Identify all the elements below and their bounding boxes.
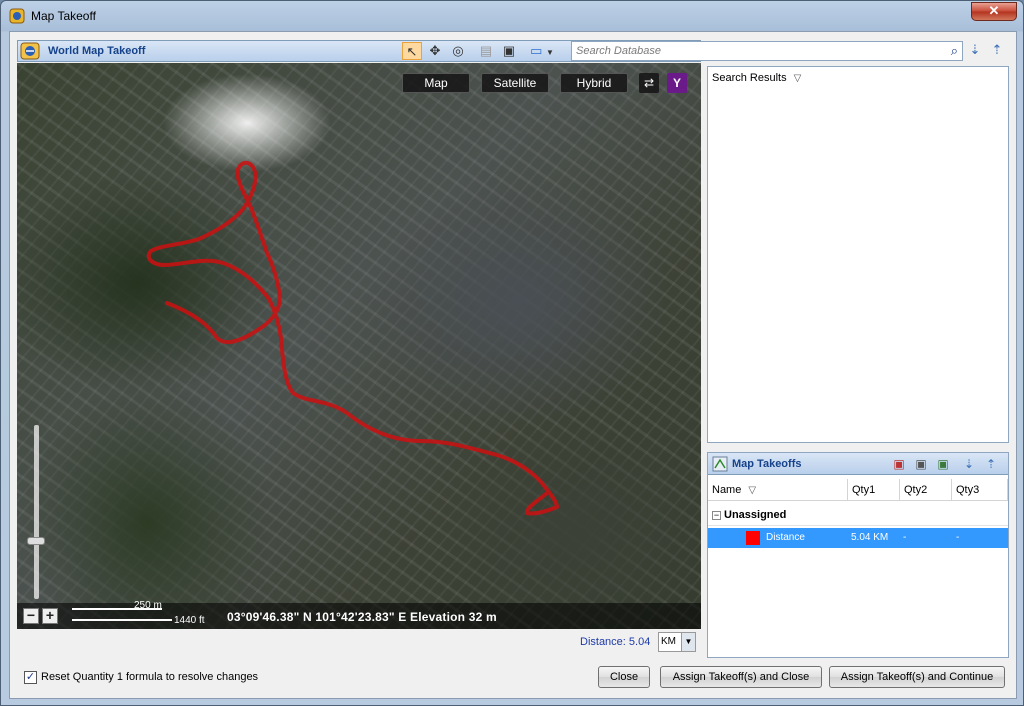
arrow-up-icon: ⇡ bbox=[985, 457, 997, 471]
map-pane-title: World Map Takeoff bbox=[48, 45, 146, 57]
satellite-view-button[interactable]: Satellite bbox=[481, 73, 549, 93]
move-icon: ✥ bbox=[429, 43, 441, 58]
move-up-button[interactable]: ⇡ bbox=[987, 40, 1007, 60]
hybrid-view-button[interactable]: Hybrid bbox=[560, 73, 628, 93]
arrow-down-icon: ⇣ bbox=[969, 42, 981, 57]
map-view-button[interactable]: Map bbox=[402, 73, 470, 93]
column-header-qty1[interactable]: Qty1 bbox=[848, 479, 900, 501]
zoom-slider-track[interactable] bbox=[34, 425, 39, 599]
takeoff-edit-icon: ▣ bbox=[915, 457, 927, 471]
takeoff-add-icon: ▣ bbox=[893, 457, 905, 471]
refresh-map-button[interactable]: ⇄ bbox=[639, 73, 659, 93]
select-pointer-tool[interactable]: ↖ bbox=[402, 42, 422, 60]
search-results-title: Search Results bbox=[712, 72, 787, 84]
close-button[interactable]: Close bbox=[598, 666, 650, 688]
scale-bar-feet bbox=[72, 619, 172, 621]
coordinates-readout: 03°09'46.38" N 101°42'23.83" E Elevation… bbox=[227, 610, 497, 624]
collapse-icon[interactable]: − bbox=[712, 511, 721, 520]
assign-and-close-button[interactable]: Assign Takeoff(s) and Close bbox=[660, 666, 822, 688]
arrow-down-icon: ⇣ bbox=[963, 457, 975, 471]
target-icon: ◎ bbox=[452, 43, 464, 58]
takeoff-action-2-button[interactable]: ▣ bbox=[912, 455, 930, 473]
map-status-bar: 250 m 1440 ft 03°09'46.38" N 101°42'23.8… bbox=[17, 600, 701, 629]
takeoff-action-3-button[interactable]: ▣ bbox=[934, 455, 952, 473]
zoom-out-button[interactable]: − bbox=[23, 608, 39, 624]
distance-label: Distance: 5.04 bbox=[580, 636, 651, 648]
print-tool[interactable]: ▤ bbox=[476, 42, 496, 60]
snapshot-tool[interactable]: ▣ bbox=[499, 42, 519, 60]
row-qty3: - bbox=[956, 532, 960, 543]
group-row-unassigned[interactable]: − Unassigned bbox=[708, 506, 1008, 526]
filter-icon[interactable]: ▽ bbox=[748, 485, 756, 496]
takeoff-delete-icon: ▣ bbox=[937, 457, 949, 471]
search-icon[interactable]: ⌕ bbox=[951, 43, 958, 59]
map-takeoffs-title: Map Takeoffs bbox=[732, 458, 802, 470]
map-takeoff-icon bbox=[712, 456, 728, 472]
printer-icon: ▤ bbox=[479, 43, 493, 58]
refresh-icon: ⇄ bbox=[643, 76, 655, 90]
map-takeoffs-header: Map Takeoffs ▣ ▣ ▣ ⇣ ⇡ bbox=[708, 453, 1008, 475]
search-database-input[interactable]: Search Database ⌕ bbox=[571, 41, 963, 61]
search-results-panel: Search Results ▽ bbox=[707, 66, 1009, 443]
reset-quantity-label: Reset Quantity 1 formula to resolve chan… bbox=[41, 671, 259, 683]
image-icon: ▣ bbox=[502, 43, 516, 58]
zoom-in-button[interactable]: + bbox=[42, 608, 58, 624]
takeoff-action-1-button[interactable]: ▣ bbox=[890, 455, 908, 473]
dialog-footer: ✓ Reset Quantity 1 formula to resolve ch… bbox=[10, 659, 1016, 699]
move-down-button[interactable]: ⇣ bbox=[965, 40, 985, 60]
layer-icon: ▭ bbox=[530, 43, 543, 58]
column-header-qty2[interactable]: Qty2 bbox=[900, 479, 952, 501]
chevron-down-icon[interactable]: ▼ bbox=[681, 633, 695, 651]
distance-unit-value: KM bbox=[661, 636, 676, 647]
route-overlay[interactable] bbox=[17, 63, 701, 629]
app-icon bbox=[9, 8, 25, 24]
column-header-qty3[interactable]: Qty3 bbox=[952, 479, 1008, 501]
column-name-label: Name bbox=[712, 484, 742, 496]
distance-unit-select[interactable]: KM ▼ bbox=[658, 632, 696, 652]
map-takeoff-window: Map Takeoff ✕ World Map Takeoff ↖ ✥ ◎ ▤ bbox=[0, 0, 1024, 706]
search-results-header[interactable]: Search Results ▽ bbox=[712, 72, 801, 84]
arrow-up-icon: ⇡ bbox=[991, 42, 1003, 57]
layer-dropdown[interactable]: ▭ ▼ bbox=[527, 42, 557, 60]
window-title: Map Takeoff bbox=[31, 9, 96, 23]
locate-tool[interactable]: ◎ bbox=[448, 42, 468, 60]
pan-tool[interactable]: ✥ bbox=[425, 42, 445, 60]
group-label: Unassigned bbox=[724, 509, 787, 521]
assign-and-continue-button[interactable]: Assign Takeoff(s) and Continue bbox=[829, 666, 1005, 688]
takeoff-move-down-button[interactable]: ⇣ bbox=[960, 455, 978, 473]
map-takeoffs-panel: Map Takeoffs ▣ ▣ ▣ ⇣ ⇡ Name ▽ Qty1 Qty2 … bbox=[707, 452, 1009, 658]
scale-meters-label: 250 m bbox=[134, 600, 162, 611]
zoom-slider-handle[interactable] bbox=[27, 537, 45, 545]
title-bar[interactable]: Map Takeoff ✕ bbox=[1, 1, 1023, 31]
chevron-down-icon: ▼ bbox=[546, 48, 554, 57]
client-area: World Map Takeoff ↖ ✥ ◎ ▤ ▣ ▭ ▼ Search D… bbox=[9, 31, 1017, 699]
takeoff-route-path[interactable] bbox=[146, 160, 559, 516]
yahoo-provider-button[interactable]: Y bbox=[667, 73, 687, 93]
row-qty2: - bbox=[903, 532, 907, 543]
takeoff-move-up-button[interactable]: ⇡ bbox=[982, 455, 1000, 473]
scale-feet-label: 1440 ft bbox=[174, 615, 205, 626]
reset-quantity-checkbox[interactable]: ✓ bbox=[24, 671, 37, 684]
row-name: Distance bbox=[766, 532, 805, 543]
search-placeholder: Search Database bbox=[576, 45, 661, 57]
column-header-name[interactable]: Name ▽ bbox=[708, 479, 848, 501]
yahoo-logo-icon: Y bbox=[672, 76, 681, 90]
table-row[interactable]: Distance 5.04 KM - - bbox=[708, 528, 1008, 548]
window-close-button[interactable]: ✕ bbox=[971, 2, 1017, 21]
takeoff-color-swatch bbox=[746, 531, 760, 545]
row-qty1: 5.04 KM bbox=[851, 532, 889, 543]
filter-icon[interactable]: ▽ bbox=[794, 73, 802, 84]
pointer-icon: ↖ bbox=[406, 44, 418, 59]
world-map-logo-icon bbox=[20, 42, 40, 60]
satellite-map[interactable]: Map Satellite Hybrid ⇄ Y 250 m 1440 ft 0… bbox=[17, 63, 701, 629]
